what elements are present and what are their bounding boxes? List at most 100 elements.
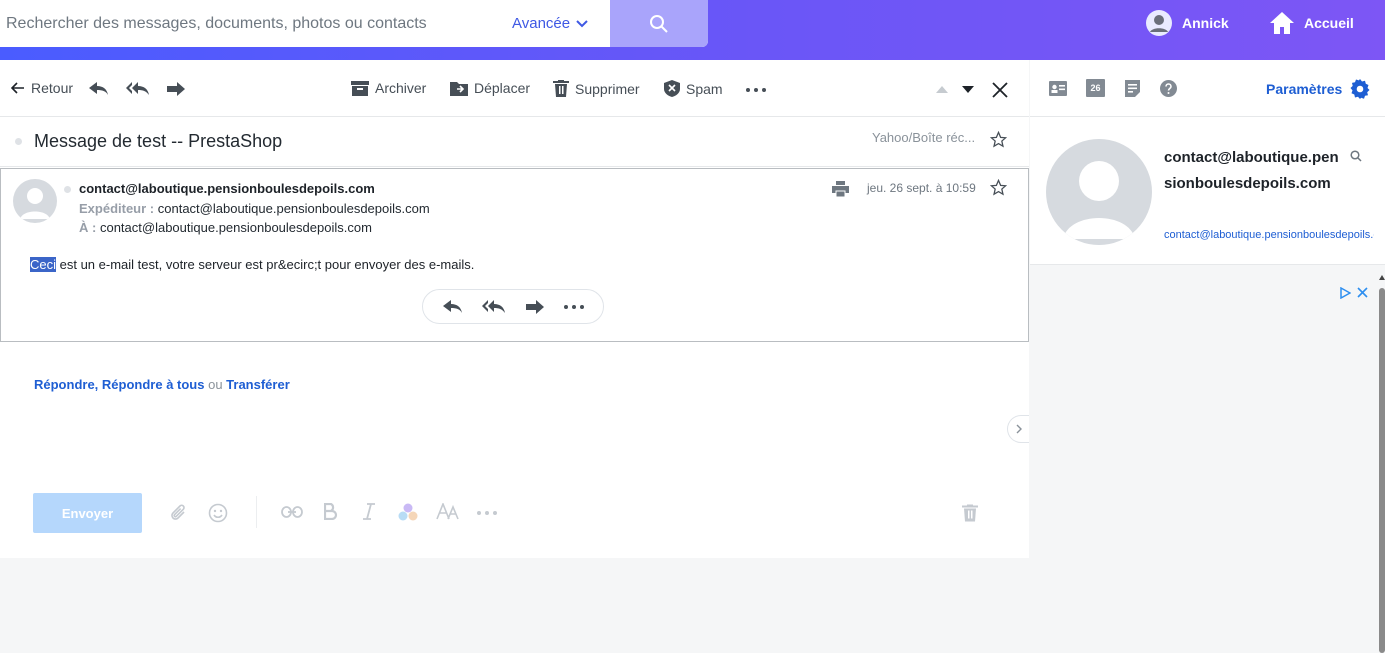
archive-icon [351,80,369,96]
close-ad-icon[interactable] [1357,287,1368,298]
delete-button[interactable]: Supprimer [553,80,640,97]
or-separator: ou [204,377,227,392]
sender-dot [64,186,71,193]
home-label: Accueil [1304,15,1354,31]
message-card: contact@laboutique.pensionboulesdepoils.… [0,168,1029,342]
search-button[interactable] [610,0,708,47]
contact-email[interactable]: contact@laboutique.pensionboulesdepoils.… [1164,229,1374,241]
spam-button[interactable]: Spam [664,80,723,97]
emoji-icon[interactable] [208,503,228,523]
message-subject: Message de test -- PrestaShop [34,131,283,151]
message-toolbar: Retour Archiver Déplacer Supprimer Spam [0,60,1029,117]
previous-message-button[interactable] [936,86,948,93]
calendar-icon[interactable]: 26 [1086,79,1105,97]
settings-link[interactable]: Paramètres [1266,81,1342,97]
recipient-address[interactable]: contact@laboutique.pensionboulesdepoils.… [100,220,372,235]
reply-link[interactable]: Répondre [34,377,95,392]
star-button[interactable] [990,131,1007,148]
message-body: Ceci est un e-mail test, votre serveur e… [30,257,474,272]
close-icon [992,82,1008,98]
sender-address[interactable]: contact@laboutique.pensionboulesdepoils.… [158,201,430,216]
sender-name: contact@laboutique.pensionboulesdepoils.… [79,181,375,196]
home-icon [1268,10,1296,36]
chevron-down-icon [576,19,588,28]
contact-name: contact@laboutique.pensionboulesdepoils.… [1164,149,1339,192]
star-icon [990,179,1007,196]
body-text: est un e-mail test, votre serveur est pr… [56,257,475,272]
down-icon [962,86,974,93]
message-star-button[interactable] [990,179,1007,196]
sender-line: Expéditeur : contact@laboutique.pensionb… [79,201,430,216]
notepad-icon[interactable] [1125,80,1140,97]
close-message-button[interactable] [992,82,1008,98]
advanced-search-button[interactable]: Avancée [512,0,610,47]
reply-icon [89,82,109,96]
forward-link[interactable]: Transférer [226,377,290,392]
attach-icon[interactable] [170,503,188,523]
reply-links: Répondre, Répondre à tous ou Transférer [34,377,290,392]
move-button[interactable]: Déplacer [450,80,530,96]
help-icon[interactable] [1160,80,1177,97]
user-menu[interactable]: Annick [1146,10,1229,36]
avatar [13,179,57,223]
print-button[interactable] [832,181,849,197]
back-arrow-icon [11,82,25,94]
next-message-button[interactable] [962,86,974,93]
trash-icon [553,80,569,97]
advanced-search-label: Avancée [512,15,571,32]
collapse-panel-handle[interactable] [1007,415,1029,443]
chevron-right-icon [1016,424,1022,434]
trash-icon[interactable] [962,504,978,522]
comma-separator: , [94,377,102,392]
send-button[interactable]: Envoyer [33,493,142,533]
link-icon[interactable] [281,506,303,518]
message-date: jeu. 26 sept. à 10:59 [867,181,976,195]
adchoices-icon[interactable] [1339,287,1351,299]
more-icon[interactable] [477,511,497,515]
folder-label: Yahoo/Boîte réc... [872,130,976,145]
selected-text: Ceci [30,257,57,272]
reply-all-icon [126,82,150,96]
reply-button[interactable] [89,82,109,96]
spam-label: Spam [686,80,723,97]
quick-actions-pill [422,289,604,324]
contact-card-icon[interactable] [1049,81,1067,96]
right-panel: 26 Paramètres contact@laboutique.pension… [1030,60,1385,653]
recipient-line: À : contact@laboutique.pensionboulesdepo… [79,220,372,235]
unread-dot [15,138,22,145]
more-icon [746,88,766,92]
reply-all-icon[interactable] [481,299,506,314]
archive-button[interactable]: Archiver [351,80,426,96]
gear-icon[interactable] [1350,79,1370,99]
calendar-day: 26 [1090,83,1101,93]
forward-button[interactable] [166,82,186,96]
reply-all-link[interactable]: Répondre à tous [102,377,205,392]
color-icon[interactable] [398,503,418,521]
shield-icon [664,80,680,97]
search-icon[interactable] [1350,150,1362,162]
delete-label: Supprimer [575,80,640,97]
user-icon [1146,10,1172,36]
right-panel-toolbar: 26 Paramètres [1030,60,1385,117]
italic-icon[interactable] [362,503,376,520]
home-link[interactable]: Accueil [1268,10,1354,36]
user-name: Annick [1182,15,1229,31]
reply-all-button[interactable] [126,82,150,96]
move-label: Déplacer [474,80,531,96]
contact-card: contact@laboutique.pensionboulesdepoils.… [1030,117,1385,265]
search-input[interactable] [0,0,512,47]
back-label: Retour [31,80,74,96]
subject-row: Message de test -- PrestaShop Yahoo/Boît… [0,117,1029,167]
print-icon [832,181,849,197]
font-size-icon[interactable] [436,503,460,520]
reply-icon[interactable] [442,299,463,314]
scrollbar[interactable] [1379,274,1385,653]
top-bar: Avancée Annick Accueil [0,0,1385,60]
toolbar-divider [256,496,257,528]
more-actions-button[interactable] [746,88,766,92]
forward-icon [166,82,186,96]
bold-icon[interactable] [324,503,338,520]
forward-icon[interactable] [525,299,545,314]
more-icon[interactable] [563,304,584,309]
back-button[interactable]: Retour [11,80,73,96]
